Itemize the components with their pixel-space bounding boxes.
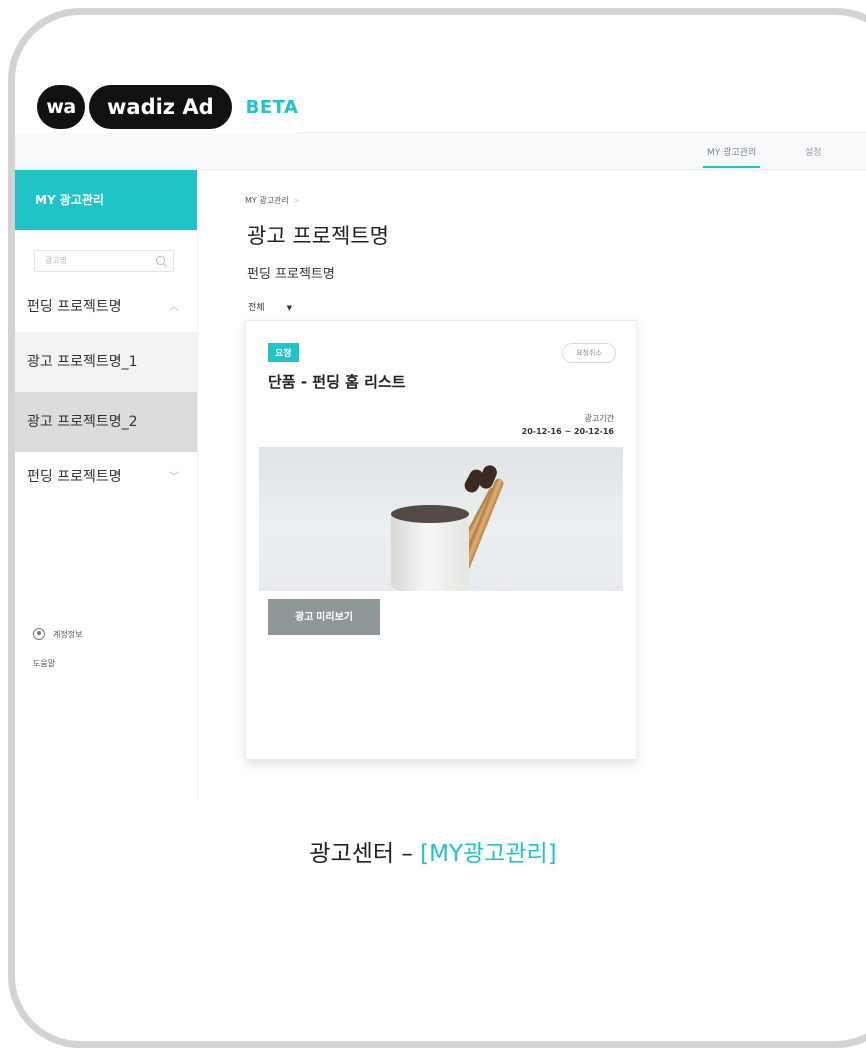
cup-shape <box>391 505 469 591</box>
page-subtitle: 펀딩 프로젝트명 <box>247 267 335 282</box>
sidebar-item-label: 펀딩 프로젝트명 <box>27 469 122 485</box>
search-input[interactable]: 광고명 <box>34 250 174 272</box>
account-label: 계정정보 <box>53 629 83 639</box>
ad-period-value: 20-12-16 ~ 20-12-16 <box>521 427 614 436</box>
ad-preview-button[interactable]: 광고 미리보기 <box>268 599 380 635</box>
chevron-up-icon[interactable]: ︿ <box>169 298 179 313</box>
caption: 광고센터 – [MY광고관리] <box>0 834 866 868</box>
sidebar-item-ad-2[interactable]: 광고 프로젝트명_2 <box>15 392 197 452</box>
breadcrumb-separator: > <box>292 196 300 205</box>
caption-highlight: [MY광고관리] <box>420 841 557 867</box>
sidebar-item-label: 펀딩 프로젝트명 <box>27 299 122 315</box>
caret-down-icon: ▼ <box>286 304 292 312</box>
status-filter-select[interactable]: 전체 ▼ <box>248 300 292 313</box>
top-nav-bar: MY 광고관리 설정 <box>15 132 866 170</box>
sidebar-item-ad-1[interactable]: 광고 프로젝트명_1 <box>15 332 197 392</box>
status-badge: 요청 <box>268 343 299 362</box>
user-icon <box>33 628 45 640</box>
help-link[interactable]: 도움말 <box>33 658 55 669</box>
logo[interactable]: wa wadiz Ad BETA <box>37 85 298 129</box>
sidebar-header[interactable]: MY 광고관리 <box>15 170 197 230</box>
tab-my-ad-management[interactable]: MY 광고관리 <box>702 145 761 168</box>
breadcrumb: MY 광고관리 > <box>245 195 299 206</box>
device-frame: wa wadiz Ad BETA MY 광고관리 설정 MY 광고관리 광고명 … <box>8 8 866 1048</box>
chevron-down-icon[interactable]: ﹀ <box>169 468 179 483</box>
search-placeholder: 광고명 <box>45 256 68 265</box>
filter-value: 전체 <box>248 303 265 313</box>
caption-text: 광고센터 – <box>309 841 421 867</box>
logo-name: wadiz Ad <box>89 85 232 129</box>
tab-settings[interactable]: 설정 <box>805 145 822 158</box>
beta-label: BETA <box>245 96 299 118</box>
ad-title: 단품 - 펀딩 홈 리스트 <box>268 373 406 391</box>
ad-period-label: 광고기간 <box>584 414 614 423</box>
account-info-link[interactable]: 계정정보 <box>33 628 82 640</box>
ad-image <box>259 447 623 591</box>
sidebar-item-funding-1[interactable]: 펀딩 프로젝트명 ︿ <box>15 296 197 320</box>
logo-mark: wa <box>37 85 85 129</box>
breadcrumb-item[interactable]: MY 광고관리 <box>245 196 289 205</box>
cancel-request-button[interactable]: 요청취소 <box>562 343 616 363</box>
sidebar-item-funding-2[interactable]: 펀딩 프로젝트명 ﹀ <box>15 466 197 490</box>
search-icon[interactable] <box>156 256 165 265</box>
sidebar: MY 광고관리 광고명 펀딩 프로젝트명 ︿ 광고 프로젝트명_1 광고 프로젝… <box>15 170 198 800</box>
ad-card: 요청 요청취소 단품 - 펀딩 홈 리스트 광고기간 20-12-16 ~ 20… <box>245 320 637 760</box>
page-title: 광고 프로젝트명 <box>247 224 389 248</box>
